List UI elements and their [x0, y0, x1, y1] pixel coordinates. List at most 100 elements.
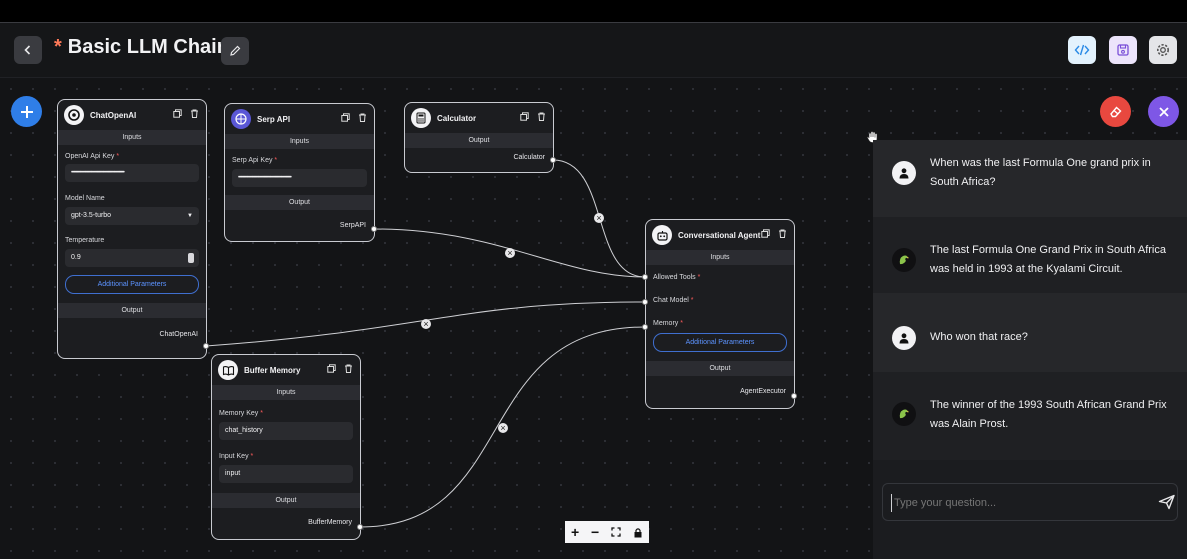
field-label: Temperature	[65, 237, 105, 244]
unsaved-marker: *	[54, 36, 62, 58]
message-text: Who won that race?	[930, 331, 1028, 343]
trash-icon[interactable]	[190, 109, 199, 118]
additional-parameters-button[interactable]: Additional Parameters	[65, 275, 199, 294]
window-top-strip	[0, 0, 1187, 23]
field-label: Input Key *	[219, 453, 254, 460]
chat-model-anchor-label: Chat Model *	[653, 297, 694, 304]
add-node-button[interactable]	[11, 96, 42, 127]
temperature-input[interactable]: 0.9	[65, 249, 199, 267]
edge-delete-button[interactable]: ×	[594, 213, 604, 223]
edit-title-button[interactable]	[221, 37, 249, 65]
duplicate-icon[interactable]	[520, 112, 529, 121]
chat-input[interactable]	[891, 494, 1146, 512]
additional-parameters-button[interactable]: Additional Parameters	[653, 333, 787, 352]
section-output: Output	[405, 133, 553, 148]
field-label: OpenAI Api Key *	[65, 153, 120, 160]
message-text: The winner of the 1993 South African Gra…	[930, 399, 1167, 430]
node-header: Calculator	[405, 103, 553, 133]
edge-delete-button[interactable]: ×	[498, 423, 508, 433]
duplicate-icon[interactable]	[341, 113, 350, 122]
chevron-left-icon	[24, 45, 31, 55]
node-serp-api[interactable]: Serp API Inputs Serp Api Key * •••••••••…	[224, 103, 375, 242]
output-port[interactable]	[791, 393, 797, 399]
chat-message-bot: The last Formula One Grand Prix in South…	[873, 217, 1187, 293]
plus-icon	[20, 105, 33, 118]
memory-anchor-label: Memory *	[653, 320, 683, 327]
output-port[interactable]	[203, 343, 209, 349]
allowed-tools-anchor-label: Allowed Tools *	[653, 274, 701, 281]
back-button[interactable]	[14, 36, 42, 64]
output-port-label: SerpAPI	[339, 222, 366, 229]
message-text: When was the last Formula One grand prix…	[930, 157, 1151, 188]
section-output: Output	[225, 195, 374, 210]
node-header: Conversational Agent	[646, 220, 794, 250]
trash-icon[interactable]	[537, 112, 546, 121]
save-flow-button[interactable]	[1109, 36, 1137, 64]
robot-icon	[652, 225, 672, 245]
output-port-label: Calculator	[513, 154, 545, 161]
input-port-chat-model[interactable]	[642, 299, 648, 305]
section-output: Output	[646, 361, 794, 376]
trash-icon[interactable]	[344, 364, 353, 373]
chat-input-box[interactable]	[882, 483, 1178, 521]
zoom-out-button[interactable]: −	[591, 524, 599, 540]
section-inputs: Inputs	[646, 250, 794, 265]
pencil-icon	[230, 45, 241, 56]
duplicate-icon[interactable]	[173, 109, 182, 118]
eraser-icon	[1110, 106, 1122, 118]
input-port-memory[interactable]	[642, 324, 648, 330]
section-output: Output	[58, 303, 206, 318]
user-avatar-icon	[892, 326, 916, 350]
field-label: Model Name	[65, 195, 105, 202]
memory-key-input[interactable]: chat_history	[219, 422, 353, 440]
output-port[interactable]	[550, 157, 556, 163]
node-buffer-memory[interactable]: Buffer Memory Inputs Memory Key * chat_h…	[211, 354, 361, 540]
duplicate-icon[interactable]	[327, 364, 336, 373]
fit-view-icon[interactable]	[611, 527, 621, 537]
node-conversational-agent[interactable]: Conversational Agent Inputs Allowed Tool…	[645, 219, 795, 409]
input-key-input[interactable]: input	[219, 465, 353, 483]
trash-icon[interactable]	[358, 113, 367, 122]
parrot-avatar-icon	[892, 402, 916, 426]
model-name-select[interactable]: gpt-3.5-turbo ▼	[65, 207, 199, 225]
chat-message-user: When was the last Formula One grand prix…	[873, 140, 1187, 217]
chat-message-bot: The winner of the 1993 South African Gra…	[873, 372, 1187, 460]
calculator-icon	[411, 108, 431, 128]
send-icon[interactable]	[1158, 494, 1176, 510]
node-title: Serp API	[257, 114, 291, 124]
node-title: Buffer Memory	[244, 365, 301, 375]
output-port[interactable]	[371, 226, 377, 232]
node-calculator[interactable]: Calculator Output Calculator	[404, 102, 554, 173]
stepper-icon[interactable]	[188, 253, 194, 263]
input-port-allowed-tools[interactable]	[642, 274, 648, 280]
output-port-label: ChatOpenAI	[159, 331, 198, 338]
output-port-label: BufferMemory	[308, 519, 352, 526]
trash-icon[interactable]	[778, 229, 787, 238]
node-header: ChatOpenAI	[58, 100, 206, 130]
book-icon	[218, 360, 238, 380]
edge-delete-button[interactable]: ×	[505, 248, 515, 258]
serp-api-key-input[interactable]: ••••••••••••••••••••••••••••••••••••••••…	[232, 169, 367, 187]
clear-chat-button[interactable]	[1100, 96, 1131, 127]
node-chatopenai[interactable]: ChatOpenAI Inputs OpenAI Api Key * •••••…	[57, 99, 207, 359]
duplicate-icon[interactable]	[761, 229, 770, 238]
close-chat-button[interactable]	[1148, 96, 1179, 127]
chat-message-user: Who won that race?	[873, 293, 1187, 372]
field-label: Serp Api Key *	[232, 157, 278, 164]
serpapi-logo-icon	[231, 109, 251, 129]
page-title: * Basic LLM Chain	[54, 36, 229, 59]
openai-api-key-input[interactable]: ••••••••••••••••••••••••••••••••••••••••…	[65, 164, 199, 182]
output-port[interactable]	[357, 524, 363, 530]
parrot-avatar-icon	[892, 248, 916, 272]
lock-icon[interactable]	[633, 527, 643, 538]
node-title: Calculator	[437, 113, 477, 123]
canvas-controls: + −	[565, 521, 649, 543]
settings-button[interactable]	[1149, 36, 1177, 64]
node-title: ChatOpenAI	[90, 110, 137, 120]
section-inputs: Inputs	[58, 130, 206, 145]
api-code-button[interactable]	[1068, 36, 1096, 64]
field-label: Memory Key *	[219, 410, 263, 417]
zoom-in-button[interactable]: +	[571, 524, 579, 540]
node-header: Buffer Memory	[212, 355, 360, 385]
edge-delete-button[interactable]: ×	[421, 319, 431, 329]
